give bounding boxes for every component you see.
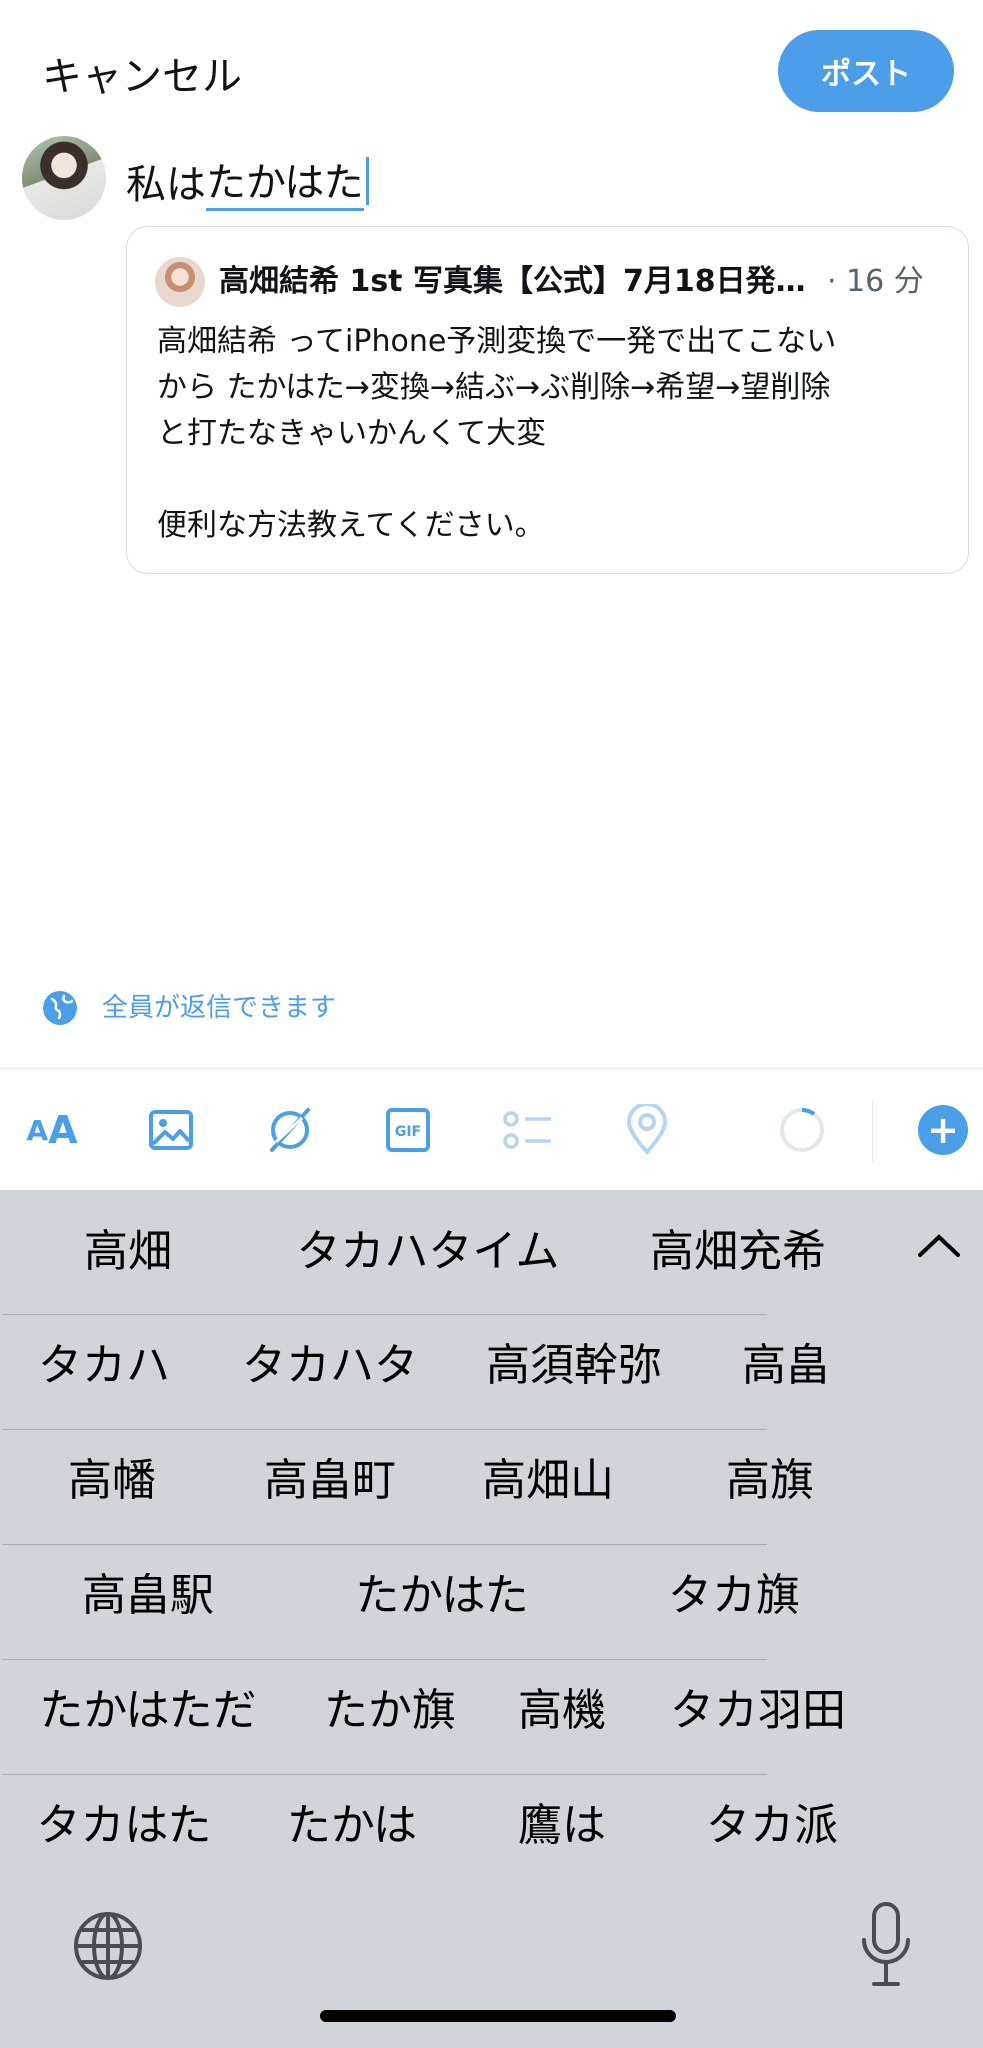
text-format-big: A <box>48 1108 78 1152</box>
quoted-post-line: 便利な方法教えてください。 <box>157 508 545 543</box>
candidate-word[interactable]: タカハタ <box>242 1336 418 1396</box>
chevron-up-icon[interactable] <box>912 1225 966 1265</box>
candidate-word[interactable]: たかはただ <box>39 1681 256 1741</box>
character-counter <box>770 1098 834 1162</box>
quoted-post-line: と打たなきゃいかんくて大変 <box>157 416 547 451</box>
text-caret <box>365 156 369 205</box>
poll-icon <box>496 1098 560 1162</box>
quoted-post[interactable]: 高畑結希 1st 写真集【公式】7月18日発… · 16 分 高畑結希 ってiP… <box>126 226 969 574</box>
candidate-word[interactable]: 高機 <box>518 1681 606 1741</box>
home-indicator <box>320 2010 676 2022</box>
candidate-word[interactable]: たか旗 <box>324 1681 456 1741</box>
candidate-word[interactable]: 高畑山 <box>482 1451 614 1511</box>
candidate-word[interactable]: タカハ <box>38 1336 170 1396</box>
candidate-word[interactable]: タカ旗 <box>668 1566 800 1626</box>
candidate-word[interactable]: 高幡 <box>68 1451 156 1511</box>
candidate-word[interactable]: タカハタイム <box>296 1222 559 1282</box>
quoted-post-body: 高畑結希 ってiPhone予測変換で一発で出てこない から たかはた→変換→結ぶ… <box>157 319 947 549</box>
grok-icon[interactable] <box>258 1098 322 1162</box>
candidate-word[interactable]: タカはた <box>36 1796 211 1856</box>
keyboard: 高畑 タカハタイム 高畑充希 タカハ タカハタ 高須幹弥 高畠 高幡 高畠町 高… <box>0 1190 983 2048</box>
add-icon[interactable]: + <box>918 1105 968 1155</box>
svg-text:GIF: GIF <box>395 1124 421 1140</box>
keyboard-globe-icon[interactable] <box>72 1910 144 1982</box>
quoted-author-name: 高畑結希 1st 写真集【公式】7月18日発… <box>219 264 806 299</box>
candidate-word[interactable]: たかは <box>287 1796 417 1856</box>
compose-composing-text: たかはた <box>206 150 364 211</box>
post-button[interactable]: ポスト <box>778 30 954 112</box>
text-format-small: A <box>26 1113 49 1147</box>
candidate-word[interactable]: 高畑 <box>84 1222 172 1282</box>
location-icon <box>615 1098 679 1162</box>
microphone-icon[interactable] <box>856 1900 916 1990</box>
quoted-author-avatar <box>155 257 205 307</box>
image-icon[interactable] <box>139 1098 203 1162</box>
candidate-word[interactable]: たかはた <box>355 1566 528 1626</box>
candidate-word[interactable]: 高畠 <box>742 1336 830 1396</box>
gif-icon[interactable]: GIF <box>376 1098 440 1162</box>
quoted-post-line: 高畑結希 ってiPhone予測変換で一発で出てこない <box>157 324 837 359</box>
reply-setting-link[interactable]: 全員が返信できます <box>102 990 336 1026</box>
user-avatar <box>22 136 106 220</box>
candidate-word[interactable]: 高畑充希 <box>650 1222 826 1282</box>
candidate-word[interactable]: 高須幹弥 <box>486 1336 662 1396</box>
candidate-word[interactable]: タカ羽田 <box>670 1681 846 1741</box>
candidate-word[interactable]: タカ派 <box>706 1796 838 1856</box>
text-format-icon[interactable]: AA <box>20 1098 84 1162</box>
compose-prefix: 私は <box>126 161 206 208</box>
toolbar-vertical-divider <box>872 1100 873 1162</box>
quoted-post-time: · 16 分 <box>827 264 924 299</box>
quoted-post-line: から たかはた→変換→結ぶ→ぶ削除→希望→望削除 <box>157 370 831 405</box>
candidate-word[interactable]: 鷹は <box>518 1796 606 1856</box>
compose-input[interactable]: 私は たかはた <box>126 150 369 211</box>
candidate-word[interactable]: 高旗 <box>726 1451 814 1511</box>
candidate-word[interactable]: 高畠町 <box>264 1451 396 1511</box>
candidate-word[interactable]: 高畠駅 <box>82 1566 214 1626</box>
toolbar-divider <box>0 1068 983 1069</box>
cancel-button[interactable]: キャンセル <box>42 44 242 102</box>
globe-icon[interactable] <box>42 990 78 1026</box>
